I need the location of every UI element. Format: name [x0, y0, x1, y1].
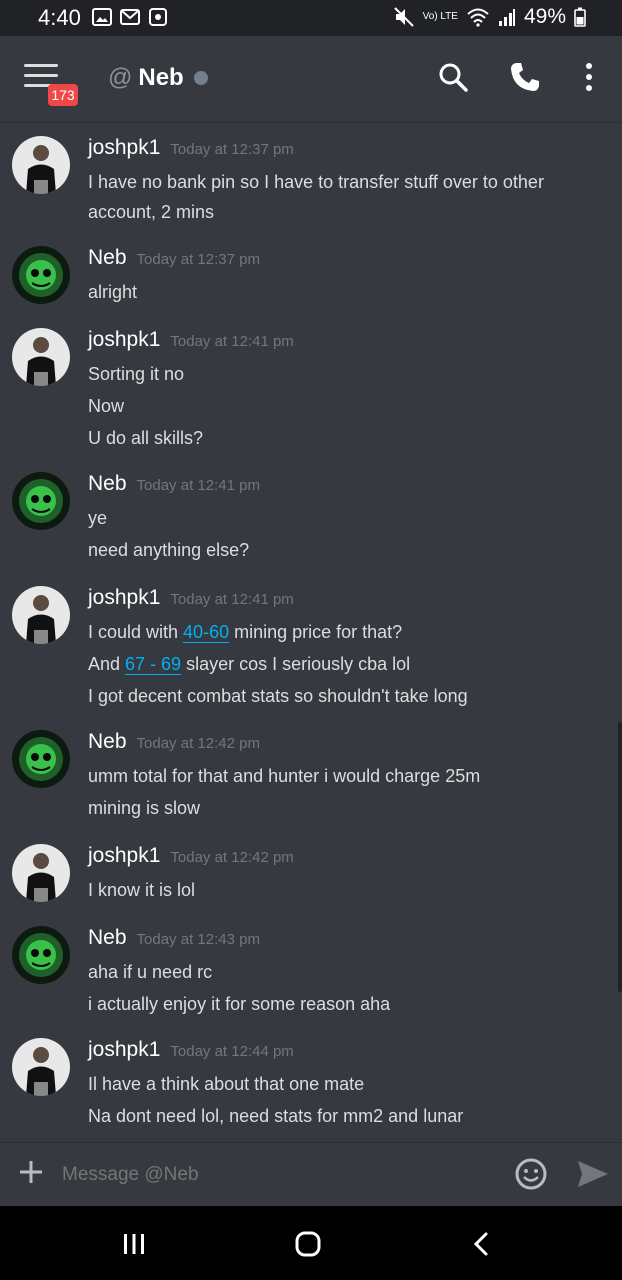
avatar[interactable]: [12, 472, 70, 530]
message-composer: [0, 1142, 622, 1207]
status-indicator: [193, 71, 208, 85]
message-text: Now: [88, 396, 125, 416]
hamburger-icon: [24, 64, 58, 67]
phone-icon[interactable]: [508, 60, 542, 94]
more-vertical-icon[interactable]: [572, 60, 606, 94]
emoji-icon[interactable]: [514, 1157, 548, 1191]
wifi-icon: [467, 8, 489, 27]
message-text: need anything else?: [88, 540, 250, 560]
message-link[interactable]: 40-60: [183, 622, 230, 643]
battery-icon: [574, 7, 586, 27]
message-timestamp: Today at 12:42 pm: [136, 735, 260, 752]
author-name[interactable]: Neb: [88, 246, 127, 269]
send-icon[interactable]: [576, 1159, 610, 1189]
message-input[interactable]: [60, 1157, 504, 1193]
channel-name: Neb: [138, 64, 184, 91]
network-label: Vo) LTE: [422, 11, 458, 22]
avatar[interactable]: [12, 844, 70, 902]
author-name[interactable]: joshpk1: [88, 328, 160, 351]
channel-header: 173 @ Neb: [0, 36, 622, 123]
unread-badge: 173: [48, 84, 78, 106]
recent-apps-icon[interactable]: [120, 1230, 148, 1258]
avatar[interactable]: [12, 328, 70, 386]
message-timestamp: Today at 12:37 pm: [136, 251, 260, 268]
gallery-icon: [92, 8, 112, 26]
message-text: U do all skills?: [88, 428, 204, 448]
author-name[interactable]: Neb: [88, 926, 127, 949]
avatar[interactable]: [12, 926, 70, 984]
home-icon[interactable]: [294, 1230, 322, 1258]
message-text: ye: [88, 508, 108, 528]
message-timestamp: Today at 12:41 pm: [136, 477, 260, 494]
avatar[interactable]: [12, 136, 70, 194]
message-text: Il have a think about that one mate: [88, 1074, 365, 1094]
status-time: 4:40: [38, 5, 81, 30]
status-notification-icons: [92, 8, 168, 26]
message-text: Sorting it no: [88, 364, 185, 384]
message-text: mining is slow: [88, 798, 201, 818]
at-symbol: @: [108, 64, 133, 91]
back-icon[interactable]: [468, 1230, 496, 1258]
message-list[interactable]: joshpk1 Today at 12:37 pm I have no bank …: [0, 122, 622, 1142]
signal-icon: [498, 9, 515, 26]
search-icon[interactable]: [436, 60, 470, 94]
message-text: I have no bank pin so I have to transfer…: [88, 172, 544, 192]
channel-title[interactable]: @ Neb: [108, 64, 208, 92]
message-text: Na dont need lol, need stats for mm2 and…: [88, 1106, 464, 1126]
author-name[interactable]: joshpk1: [88, 1038, 160, 1061]
message-text: alright: [88, 282, 138, 302]
message-text: I know it is lol: [88, 880, 196, 900]
avatar[interactable]: [12, 246, 70, 304]
status-bar: 4:40 Vo) LTE 49%: [0, 0, 622, 36]
scrollbar[interactable]: [618, 722, 622, 992]
avatar[interactable]: [12, 586, 70, 644]
message-timestamp: Today at 12:44 pm: [170, 1043, 294, 1060]
message-text: I got decent combat stats so shouldn't t…: [88, 686, 468, 706]
message-timestamp: Today at 12:43 pm: [136, 931, 260, 948]
message-text: i actually enjoy it for some reason aha: [88, 994, 391, 1014]
author-name[interactable]: joshpk1: [88, 844, 160, 867]
author-name[interactable]: joshpk1: [88, 586, 160, 609]
system-nav-bar: [0, 1206, 622, 1280]
message-timestamp: Today at 12:42 pm: [170, 849, 294, 866]
app-notification-icon: [149, 8, 167, 26]
message-link[interactable]: 67 - 69: [125, 654, 182, 675]
message-text: account, 2 mins: [88, 202, 215, 222]
battery-percent: 49%: [523, 5, 566, 28]
author-name[interactable]: Neb: [88, 472, 127, 495]
plus-icon[interactable]: [18, 1159, 44, 1185]
status-system-icons: Vo) LTE 49%: [393, 5, 586, 29]
mute-icon: [393, 7, 414, 27]
message-text: umm total for that and hunter i would ch…: [88, 766, 481, 786]
author-name[interactable]: joshpk1: [88, 136, 160, 159]
message-timestamp: Today at 12:37 pm: [170, 141, 294, 158]
message-text: aha if u need rc: [88, 962, 213, 982]
avatar[interactable]: [12, 1038, 70, 1096]
message-timestamp: Today at 12:41 pm: [170, 591, 294, 608]
message-text: And 67 - 69 slayer cos I seriously cba l…: [88, 654, 411, 675]
message-timestamp: Today at 12:41 pm: [170, 333, 294, 350]
author-name[interactable]: Neb: [88, 730, 127, 753]
message-text: I could with 40-60 mining price for that…: [88, 622, 403, 643]
mail-icon: [120, 9, 140, 25]
avatar[interactable]: [12, 730, 70, 788]
